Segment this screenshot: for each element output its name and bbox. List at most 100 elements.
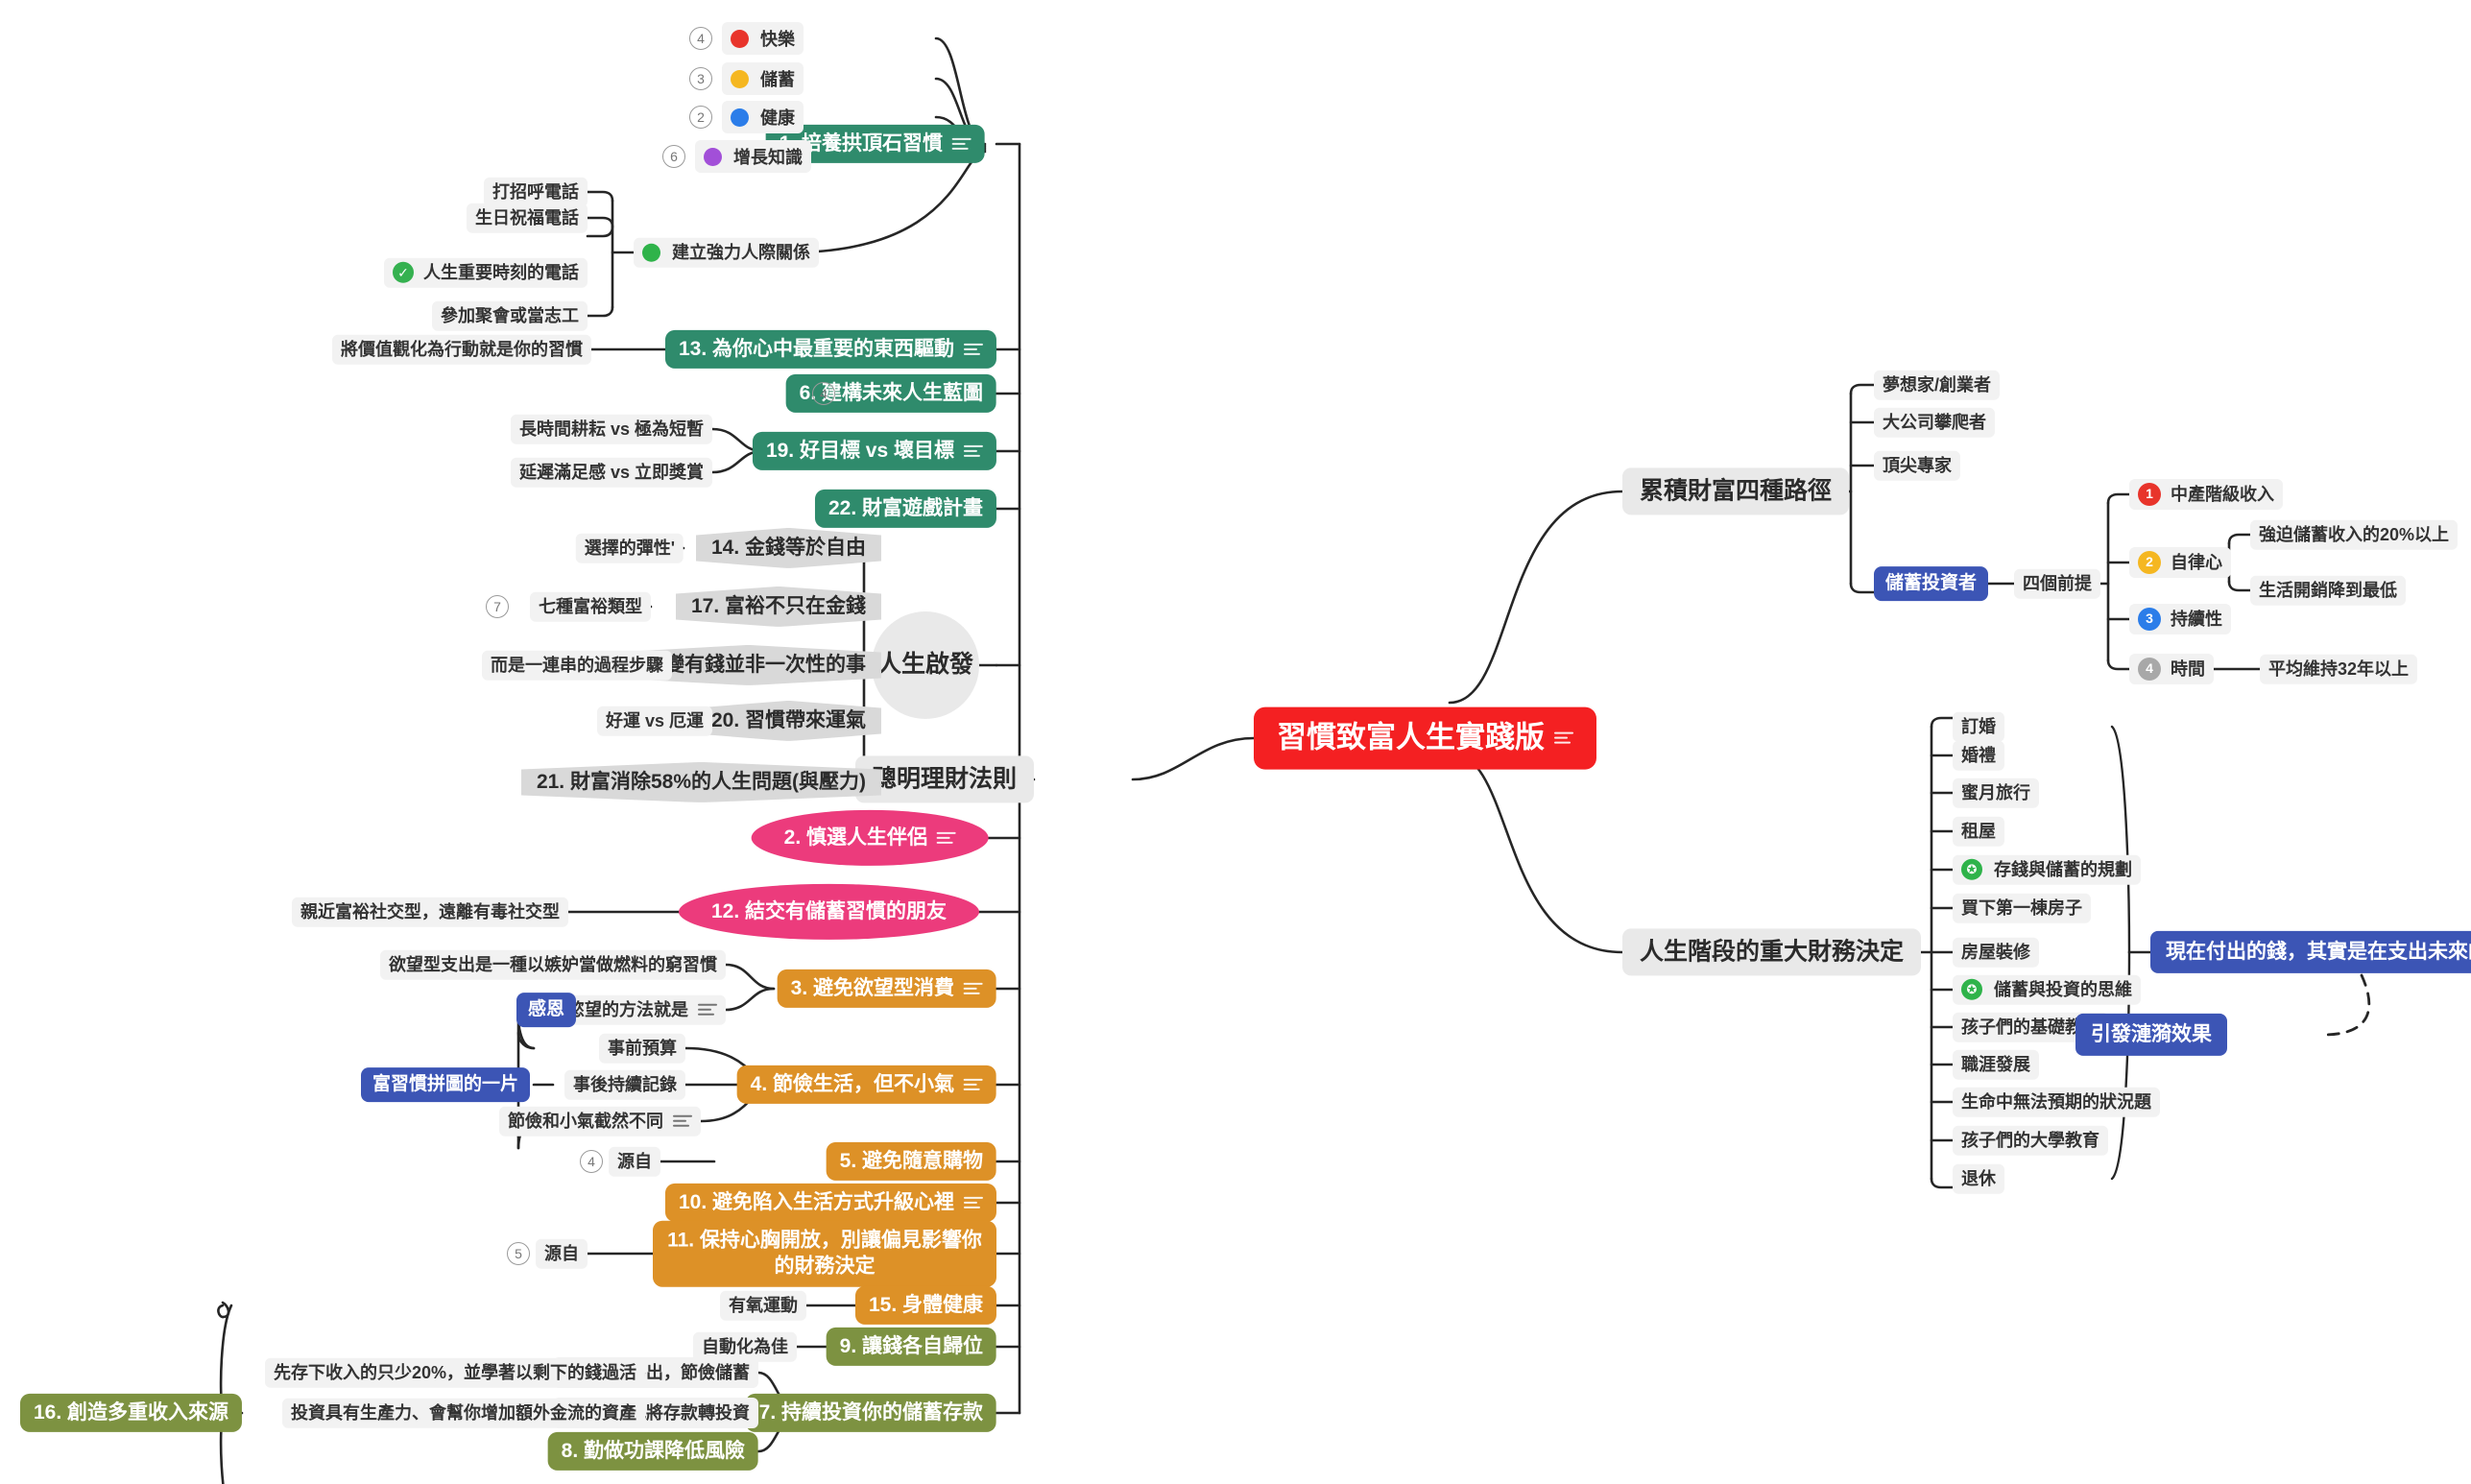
life-stage-item-7[interactable]: ✪ 儲蓄與投資的思維 bbox=[1953, 974, 2141, 1005]
node-5[interactable]: 5. 避免隨意購物 bbox=[826, 1141, 996, 1182]
branch-smart-money[interactable]: 聰明理財法則 bbox=[854, 755, 1034, 803]
root-node[interactable]: 習慣致富人生實踐版 bbox=[1254, 706, 1596, 770]
insight-row-3-child[interactable]: 好運 vs 厄運 bbox=[596, 706, 712, 736]
node-4-child-0[interactable]: 事前預算 bbox=[599, 1033, 685, 1064]
node-19-child-0[interactable]: 長時間耕耘 vs 極為短暫 bbox=[510, 414, 712, 444]
premise-1-child-1[interactable]: 生活開銷降到最低 bbox=[2250, 575, 2406, 606]
node-5-child[interactable]: 源自 bbox=[609, 1146, 660, 1177]
insight-row-2-child[interactable]: 而是一連串的過程步驟 bbox=[482, 650, 672, 681]
note-icon[interactable] bbox=[964, 343, 983, 356]
callout-future-wealth[interactable]: 現在付出的錢，其實是在支出未來的財富 bbox=[2150, 930, 2471, 974]
life-stage-item-0[interactable]: 訂婚 bbox=[1953, 711, 2004, 742]
node-7[interactable]: 7. 持續投資你的儲蓄存款 bbox=[745, 1393, 996, 1433]
life-stage-item-1-label: 婚禮 bbox=[1961, 745, 1996, 765]
insight-row-0[interactable]: 14. 金錢等於自由 bbox=[695, 527, 881, 569]
node-7-child-0-sub[interactable]: 先存下收入的只少20%，並學著以剩下的錢過活 bbox=[264, 1357, 645, 1388]
life-stage-item-1[interactable]: 婚禮 bbox=[1953, 740, 2004, 771]
node-19-child-1[interactable]: 延遲滿足感 vs 立即獎賞 bbox=[510, 457, 712, 488]
branch-wealth-paths[interactable]: 累積財富四種路徑 bbox=[1622, 467, 1850, 515]
number-badge: 4 bbox=[689, 27, 712, 50]
premise-0[interactable]: 1 中產階級收入 bbox=[2129, 479, 2283, 510]
note-icon[interactable] bbox=[698, 1003, 717, 1017]
node-relationship[interactable]: 建立強力人際關係 bbox=[634, 237, 819, 268]
node-3[interactable]: 3. 避免欲望型消費 bbox=[777, 969, 996, 1009]
node-11[interactable]: 11. 保持心胸開放，別讓偏見影響你的財務決定 bbox=[653, 1220, 996, 1287]
cornerstone-item-0[interactable]: 4 快樂 bbox=[689, 22, 804, 55]
node-12-child[interactable]: 親近富裕社交型，遠離有毒社交型 bbox=[292, 897, 568, 927]
note-icon[interactable] bbox=[964, 1196, 983, 1209]
path-item-1[interactable]: 大公司攀爬者 bbox=[1874, 407, 1995, 438]
node-13[interactable]: 13. 為你心中最重要的東西驅動 bbox=[664, 329, 996, 370]
insight-row-4[interactable]: 21. 財富消除58%的人生問題(與壓力) bbox=[520, 761, 881, 803]
relationship-item-2[interactable]: ✓ 人生重要時刻的電話 bbox=[384, 257, 588, 288]
life-stage-item-4[interactable]: ✪ 存錢與儲蓄的規劃 bbox=[1953, 854, 2141, 885]
node-19[interactable]: 19. 好目標 vs 壞目標 bbox=[752, 431, 996, 471]
node-13-child[interactable]: 將價值觀化為行動就是你的習慣 bbox=[332, 334, 591, 365]
life-stage-item-6[interactable]: 房屋裝修 bbox=[1953, 937, 2039, 968]
life-stage-item-10[interactable]: 生命中無法預期的狀況題 bbox=[1953, 1087, 2160, 1117]
life-stage-item-5[interactable]: 買下第一棟房子 bbox=[1953, 893, 2091, 923]
node-life-insight[interactable]: 人生啟發 bbox=[872, 611, 979, 719]
node-2-label: 2. 慎選人生伴侶 bbox=[783, 826, 927, 849]
insight-row-3-child-label: 好運 vs 厄運 bbox=[605, 710, 704, 730]
note-icon[interactable] bbox=[964, 444, 983, 458]
path-item-2[interactable]: 頂尖專家 bbox=[1874, 450, 1960, 481]
premise-1[interactable]: 2 自律心 bbox=[2129, 547, 2231, 578]
node-12[interactable]: 12. 結交有儲蓄習慣的朋友 bbox=[678, 883, 979, 941]
insight-row-1-child[interactable]: 七種富裕類型 bbox=[530, 591, 651, 622]
note-icon[interactable] bbox=[1554, 731, 1573, 745]
insight-row-0-child[interactable]: 選擇的彈性' bbox=[575, 533, 684, 563]
note-icon[interactable] bbox=[952, 137, 972, 151]
node-11-number: 5 bbox=[507, 1242, 540, 1265]
color-dot-icon bbox=[642, 243, 660, 262]
node-11-child[interactable]: 源自 bbox=[536, 1238, 588, 1269]
node-10[interactable]: 10. 避免陷入生活方式升級心裡 bbox=[664, 1183, 996, 1223]
premise-2[interactable]: 3 持續性 bbox=[2129, 604, 2231, 634]
note-icon[interactable] bbox=[673, 1114, 692, 1128]
relationship-item-1[interactable]: 生日祝福電話 bbox=[467, 203, 588, 233]
note-icon[interactable] bbox=[964, 982, 983, 995]
life-stage-item-3[interactable]: 租屋 bbox=[1953, 816, 2004, 847]
node-16[interactable]: 16. 創造多重收入來源 bbox=[19, 1393, 242, 1433]
branch-life-stage[interactable]: 人生階段的重大財務決定 bbox=[1622, 928, 1922, 976]
number-badge: 4 bbox=[580, 1150, 603, 1173]
relationship-item-0[interactable]: 打招呼電話 bbox=[484, 177, 588, 207]
premise-1-child-0[interactable]: 強迫儲蓄收入的20%以上 bbox=[2250, 519, 2459, 550]
cornerstone-item-3[interactable]: 6 增長知識 bbox=[662, 140, 811, 173]
cornerstone-item-2[interactable]: 2 健康 bbox=[689, 101, 804, 133]
path-item-0[interactable]: 夢想家/創業者 bbox=[1874, 370, 2001, 400]
node-relationship-label: 建立強力人際關係 bbox=[672, 242, 810, 262]
relationship-item-3[interactable]: 參加聚會或當志工 bbox=[432, 300, 588, 331]
insight-row-0-child-label: 選擇的彈性' bbox=[584, 538, 675, 558]
insight-row-1[interactable]: 17. 富裕不只在金錢 bbox=[675, 586, 881, 628]
life-stage-item-11[interactable]: 孩子們的大學教育 bbox=[1953, 1125, 2108, 1156]
node-4-tag-rich-habit-piece[interactable]: 富習慣拼圖的一片 bbox=[361, 1067, 531, 1102]
node-13-child-label: 將價值觀化為行動就是你的習慣 bbox=[341, 339, 583, 359]
node-15-child[interactable]: 有氧運動 bbox=[720, 1290, 806, 1321]
callout-ripple-effect[interactable]: 引發漣漪效果 bbox=[2075, 1013, 2227, 1057]
life-stage-item-12[interactable]: 退休 bbox=[1953, 1163, 2004, 1194]
path-item-saver[interactable]: 儲蓄投資者 bbox=[1874, 566, 1989, 601]
node-4-child-1[interactable]: 事後持續記錄 bbox=[564, 1069, 685, 1100]
node-9[interactable]: 9. 讓錢各自歸位 bbox=[826, 1327, 996, 1367]
node-13-label: 13. 為你心中最重要的東西驅動 bbox=[678, 337, 954, 360]
insight-row-3[interactable]: 20. 習慣帶來運氣 bbox=[695, 700, 881, 742]
saver-four-premises[interactable]: 四個前提 bbox=[2014, 568, 2100, 599]
life-stage-item-9[interactable]: 職涯發展 bbox=[1953, 1049, 2039, 1080]
node-3-tag-gratitude[interactable]: 感恩 bbox=[516, 993, 576, 1027]
note-icon[interactable] bbox=[937, 831, 956, 845]
premise-2-label: 持續性 bbox=[2171, 609, 2222, 629]
node-2[interactable]: 2. 慎選人生伴侶 bbox=[751, 809, 989, 867]
node-4-child-2[interactable]: 節儉和小氣截然不同 bbox=[499, 1106, 701, 1137]
node-8[interactable]: 8. 勤做功課降低風險 bbox=[547, 1431, 758, 1472]
node-22[interactable]: 22. 財富遊戲計畫 bbox=[814, 489, 996, 529]
node-7-child-1-sub[interactable]: 投資具有生產力、會幫你增加額外金流的資產 bbox=[282, 1398, 645, 1428]
node-3-child-0[interactable]: 欲望型支出是一種以嫉妒當做燃料的窮習慣 bbox=[380, 949, 726, 980]
node-4[interactable]: 4. 節儉生活，但不小氣 bbox=[736, 1065, 996, 1105]
life-stage-item-2[interactable]: 蜜月旅行 bbox=[1953, 778, 2039, 808]
node-15[interactable]: 15. 身體健康 bbox=[854, 1285, 996, 1326]
note-icon[interactable] bbox=[964, 1078, 983, 1091]
cornerstone-item-1[interactable]: 3 儲蓄 bbox=[689, 62, 804, 95]
premise-3[interactable]: 4 時間 bbox=[2129, 654, 2214, 684]
premise-3-child-0[interactable]: 平均維持32年以上 bbox=[2260, 654, 2418, 684]
